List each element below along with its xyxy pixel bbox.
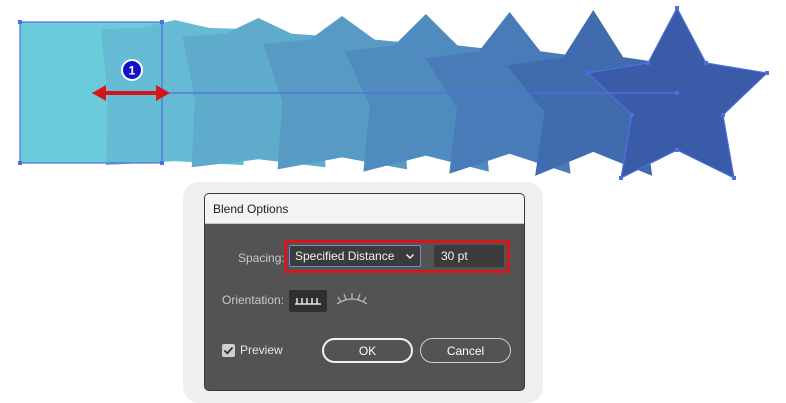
callout-number: 1 xyxy=(129,64,136,78)
orientation-label: Orientation: xyxy=(222,293,285,307)
dialog-title: Blend Options xyxy=(213,201,289,216)
preview-checkbox[interactable] xyxy=(222,344,235,357)
spacing-select-value: Specified Distance xyxy=(295,249,395,263)
spacing-distance-input[interactable]: 30 pt xyxy=(434,245,504,267)
cancel-button[interactable]: Cancel xyxy=(420,338,511,363)
check-icon xyxy=(223,346,234,355)
callout-badge: 1 xyxy=(121,59,143,81)
chevron-down-icon xyxy=(406,254,414,259)
preview-label: Preview xyxy=(240,343,283,357)
blend-options-dialog: Blend Options Spacing: Specified Distanc… xyxy=(204,193,525,391)
align-to-page-button[interactable] xyxy=(289,290,327,312)
align-to-path-button[interactable] xyxy=(333,290,371,312)
spacing-distance-value: 30 pt xyxy=(441,249,468,263)
dialog-titlebar[interactable]: Blend Options xyxy=(205,194,524,224)
spacing-select[interactable]: Specified Distance xyxy=(289,245,421,267)
align-to-page-icon xyxy=(295,298,321,305)
spacing-label: Spacing: xyxy=(238,251,285,265)
spine-end-anchor xyxy=(675,91,679,95)
ok-button[interactable]: OK xyxy=(322,338,413,363)
align-to-path-icon xyxy=(336,293,368,305)
blend-artwork[interactable]: 1 xyxy=(0,0,786,200)
